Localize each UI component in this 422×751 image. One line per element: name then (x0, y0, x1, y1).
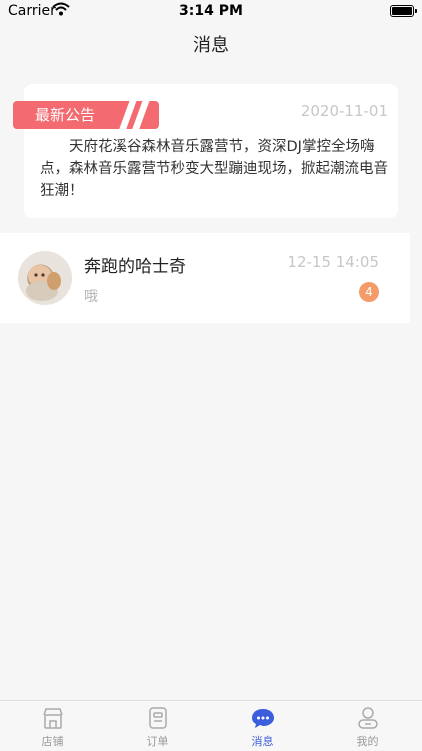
notice-badge: 最新公告 (13, 101, 159, 129)
order-icon (146, 706, 170, 730)
page-title: 消息 (193, 35, 229, 56)
avatar (18, 251, 72, 305)
notice-text: 天府花溪谷森林音乐露营节，资深DJ掌控全场嗨点，森林音乐露营节秒变大型蹦迪现场，… (40, 139, 388, 199)
store-icon (41, 706, 65, 730)
chat-icon (251, 706, 275, 730)
contact-name: 奔跑的哈士奇 (84, 257, 186, 277)
battery-icon (390, 5, 417, 17)
notice-badge-label: 最新公告 (35, 106, 96, 124)
tab-bar: 店铺 订单 消息 我的 (0, 700, 422, 750)
message-list-item[interactable]: 奔跑的哈士奇 12-15 14:05 哦 4 (0, 233, 410, 323)
unread-badge: 4 (359, 282, 379, 302)
tab-label: 消息 (251, 735, 274, 748)
tab-profile[interactable]: 我的 (315, 701, 420, 751)
message-time: 12-15 14:05 (287, 253, 379, 271)
tab-orders[interactable]: 订单 (105, 701, 210, 751)
tab-store[interactable]: 店铺 (0, 701, 105, 751)
notice-date: 2020-11-01 (300, 102, 388, 120)
tab-label: 订单 (146, 735, 169, 748)
message-preview: 哦 (84, 289, 98, 305)
status-bar: Carrier 3:14 PM (0, 0, 422, 22)
tab-label: 店铺 (41, 735, 64, 748)
status-time: 3:14 PM (179, 3, 243, 19)
tab-label: 我的 (356, 735, 379, 748)
notice-card[interactable]: 最新公告 2020-11-01 天府花溪谷森林音乐露营节，资深DJ掌控全场嗨点，… (13, 84, 398, 218)
profile-icon (356, 706, 380, 730)
tab-messages[interactable]: 消息 (210, 701, 315, 751)
